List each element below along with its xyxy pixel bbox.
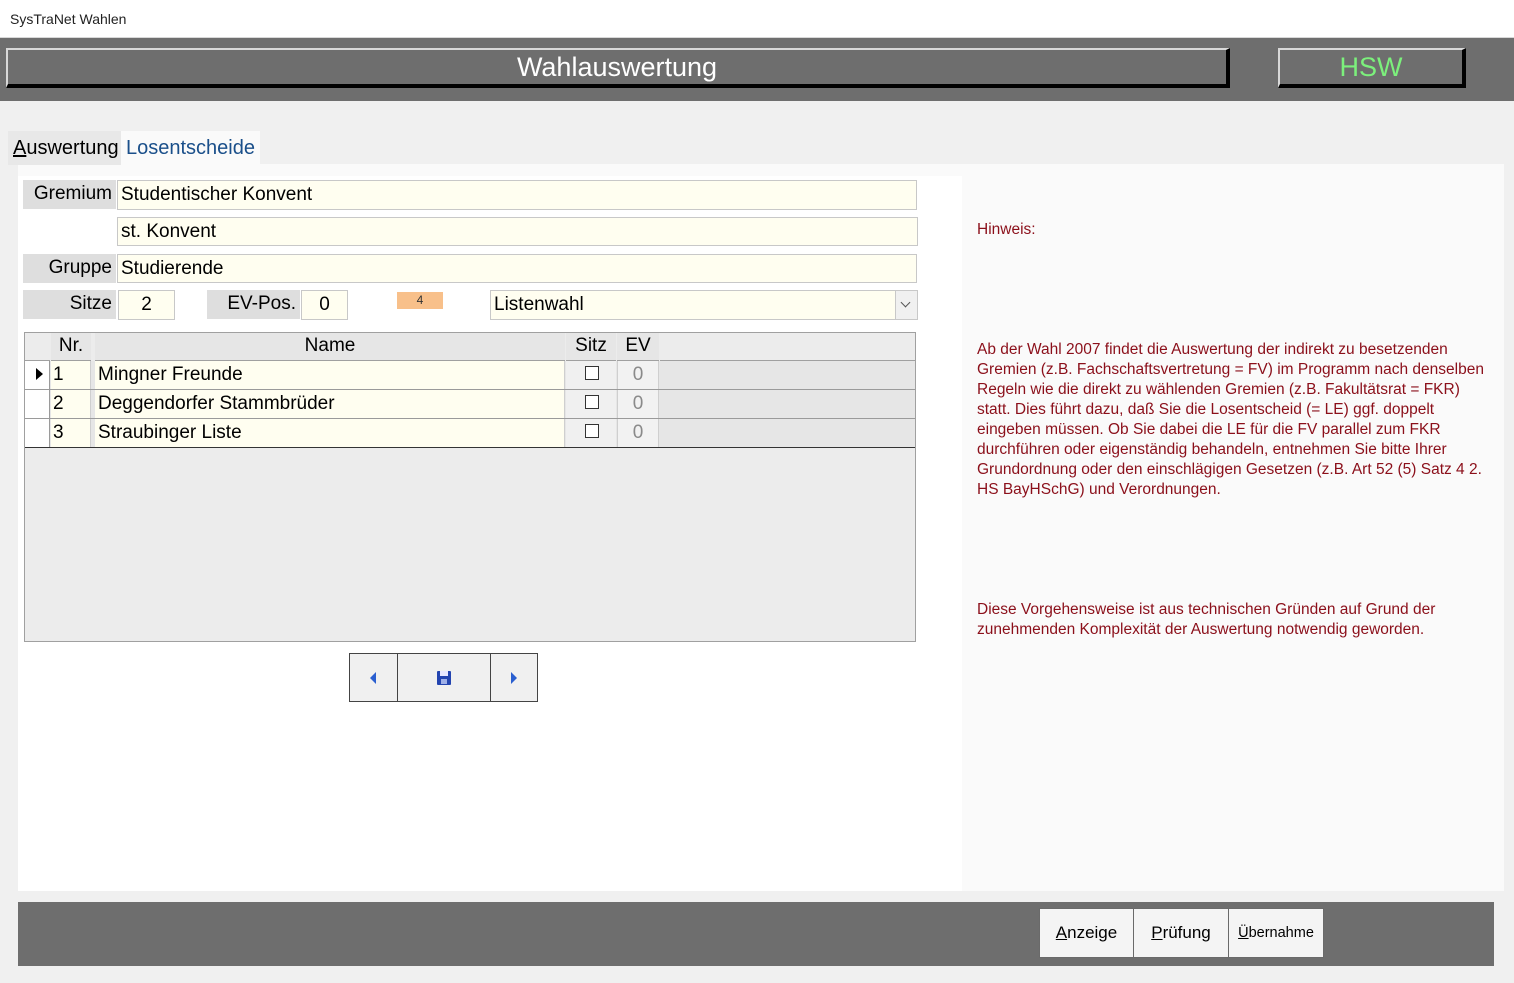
previous-record-button[interactable] [350,654,398,701]
anzeige-label: nzeige [1067,923,1118,942]
tab-auswertung-accesskey: A [13,137,27,159]
count-badge: 4 [397,292,443,309]
pruefung-button[interactable]: Prüfung [1133,908,1229,958]
tab-losentscheide-accesskey: L [126,137,138,159]
row-selector[interactable] [25,419,50,447]
table-row[interactable]: 2 Deggendorfer Stammbrüder 0 [25,390,915,419]
hint-spacer [977,280,1492,300]
row-name[interactable]: Straubinger Liste [95,419,565,447]
row-nr[interactable]: 2 [51,390,91,418]
row-selector[interactable] [25,390,50,418]
save-disk-icon [437,671,451,685]
institution-badge: HSW [1278,48,1466,88]
arrow-right-icon [511,672,517,684]
grid-header-sitz: Sitz [566,333,616,361]
gruppe-label: Gruppe [23,254,116,283]
table-row[interactable]: 3 Straubinger Liste 0 [25,419,915,448]
tab-losentscheide[interactable]: Losentscheide [121,131,260,165]
window-title: SysTraNet Wahlen [10,11,127,27]
hint-title: Hinweis: [977,221,1036,238]
row-name[interactable]: Deggendorfer Stammbrüder [95,390,565,418]
row-sitz[interactable] [566,390,616,418]
hint-paragraph-2: Diese Vorgehensweise ist aus technischen… [977,601,1440,638]
page-title: Wahlauswertung [6,48,1230,88]
wahlart-select[interactable]: Listenwahl [490,290,918,320]
hint-paragraph-1: Ab der Wahl 2007 findet die Auswertung d… [977,341,1489,498]
sitz-checkbox[interactable] [585,395,599,409]
next-record-button[interactable] [491,654,537,701]
arrow-left-icon [370,672,376,684]
record-navigator [349,653,538,702]
pruefung-accesskey: P [1151,923,1163,942]
sitz-checkbox[interactable] [585,366,599,380]
save-record-button[interactable] [398,654,491,701]
sitz-checkbox[interactable] [585,424,599,438]
row-name[interactable]: Mingner Freunde [95,361,565,389]
window-titlebar [0,0,1514,38]
gremium-short-field[interactable]: st. Konvent [117,217,918,246]
sitze-field[interactable]: 2 [118,290,175,320]
anzeige-accesskey: A [1055,923,1068,942]
gremium-label: Gremium [23,180,116,209]
evpos-label: EV-Pos. [207,290,300,319]
hint-panel: Hinweis: Ab der Wahl 2007 findet die Aus… [977,180,1492,660]
pruefung-label: rüfung [1162,923,1211,942]
current-row-icon [36,368,43,380]
list-grid[interactable]: Nr. Name Sitz EV 1 Mingner Freunde 0 2 D… [24,332,916,642]
row-selector[interactable] [25,361,50,389]
gremium-field[interactable]: Studentischer Konvent [117,180,917,210]
tab-auswertung-label: uswertung [26,137,119,159]
row-sitz[interactable] [566,361,616,389]
tab-auswertung[interactable]: Auswertung [8,131,124,165]
row-ev: 0 [617,390,659,418]
grid-header-filler [660,333,915,361]
sitze-label: Sitze [23,290,116,319]
grid-header-name: Name [95,333,565,361]
table-row[interactable]: 1 Mingner Freunde 0 [25,361,915,390]
gruppe-field[interactable]: Studierende [117,254,917,283]
grid-header-selector [25,333,50,361]
row-nr[interactable]: 1 [51,361,91,389]
uebernahme-accesskey: Ü [1238,925,1249,941]
tab-losentscheide-label: osentscheide [137,137,255,159]
uebernahme-label: bernahme [1248,925,1314,941]
evpos-field[interactable]: 0 [301,290,348,320]
grid-header-nr: Nr. [51,333,91,361]
row-ev: 0 [617,361,659,389]
row-nr[interactable]: 3 [51,419,91,447]
hint-spacer [977,540,1492,560]
wahlart-value: Listenwahl [494,294,584,315]
row-ev: 0 [617,419,659,447]
row-sitz[interactable] [566,419,616,447]
grid-header-ev: EV [617,333,659,361]
chevron-down-icon[interactable] [895,291,917,319]
anzeige-button[interactable]: Anzeige [1039,908,1134,958]
uebernahme-button[interactable]: Übernahme [1228,908,1324,958]
